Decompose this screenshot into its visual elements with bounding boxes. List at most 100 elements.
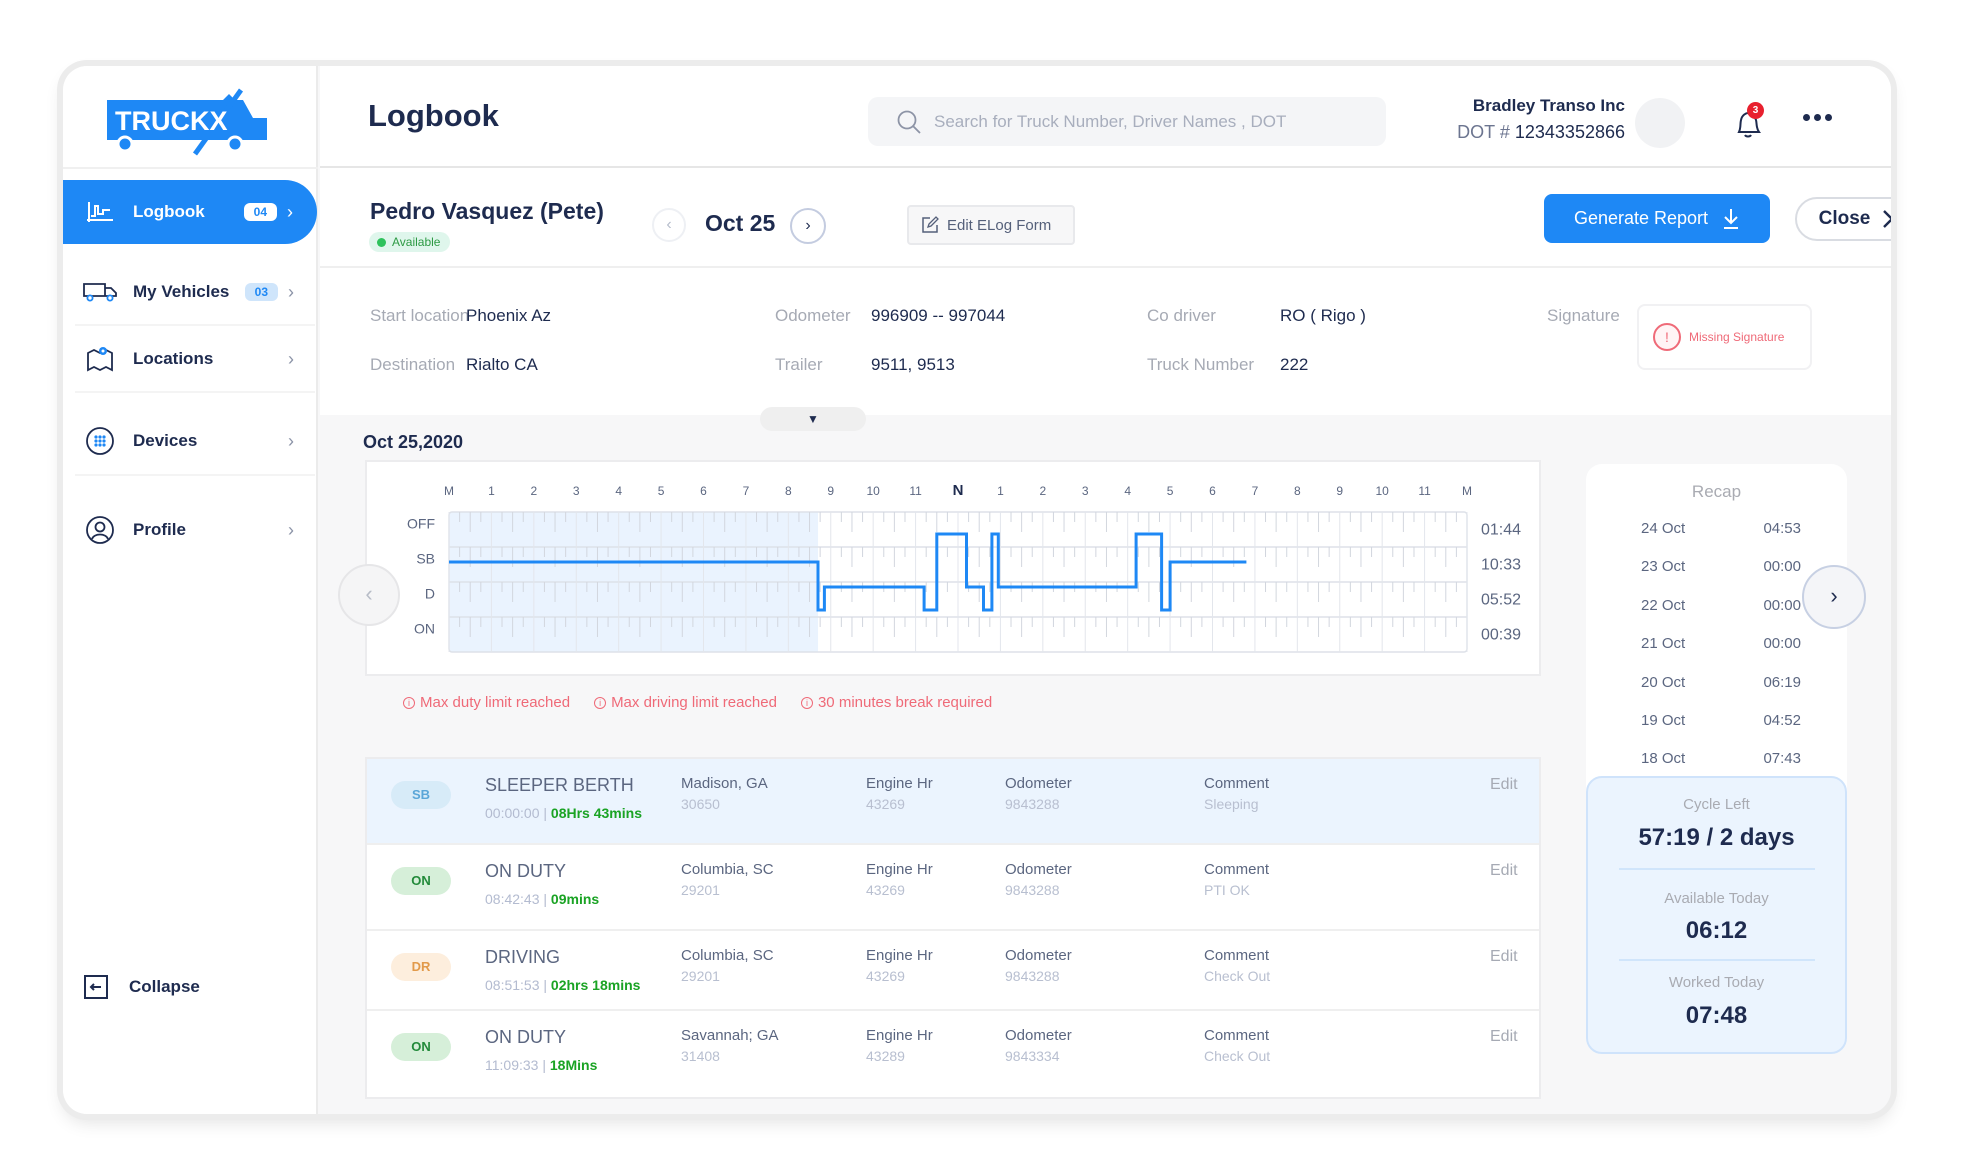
edit-elog-form-button[interactable]: Edit ELog Form (907, 205, 1075, 245)
log-engine-hours: Engine Hr 43269 (866, 775, 933, 812)
recap-row: 18 Oct 07:43 (1641, 750, 1801, 767)
log-location: Columbia, SC 29201 (681, 947, 774, 984)
chart-previous-button[interactable]: ‹ (338, 564, 400, 626)
x-tick-label: 2 (530, 484, 537, 498)
dot-label: DOT # (1457, 122, 1510, 142)
x-tick-label: 11 (1418, 484, 1431, 498)
log-comment: Comment PTI OK (1204, 861, 1270, 898)
previous-date-button[interactable]: ‹ (652, 208, 686, 242)
sidebar-item-profile[interactable]: Profile › (63, 498, 318, 562)
close-button[interactable]: Close (1795, 197, 1891, 241)
divider (75, 474, 315, 476)
vehicles-count-badge: 03 (244, 283, 278, 301)
edit-elog-label: Edit ELog Form (947, 216, 1052, 234)
avatar[interactable] (1635, 98, 1685, 148)
edit-button[interactable]: Edit (1490, 1028, 1518, 1046)
truck-number-label: Truck Number (1147, 355, 1255, 374)
log-status: ON DUTY (485, 861, 566, 881)
chevron-right-icon: › (287, 201, 293, 222)
dot-number: DOT # 12343352866 (1420, 122, 1625, 143)
search-icon (897, 110, 921, 134)
chevron-right-icon: › (288, 430, 294, 451)
map-pin-icon (83, 346, 117, 372)
table-row[interactable]: SB SLEEPER BERTH 00:00:00 | 08Hrs 43mins… (367, 759, 1539, 845)
x-tick-label: 3 (573, 484, 580, 498)
edit-button[interactable]: Edit (1490, 948, 1518, 966)
generate-report-label: Generate Report (1573, 208, 1709, 228)
notification-badge: 3 (1747, 102, 1764, 119)
edit-button[interactable]: Edit (1490, 776, 1518, 794)
x-tick-label: 10 (1375, 484, 1389, 498)
sidebar-item-label: Profile (133, 520, 186, 539)
log-status: SLEEPER BERTH (485, 775, 634, 795)
recap-next-button[interactable]: › (1802, 565, 1866, 629)
log-comment: Comment Check Out (1204, 1027, 1271, 1064)
co-driver-value: RO ( Rigo ) (1280, 306, 1366, 325)
info-icon: i (403, 696, 415, 709)
log-comment: Comment Sleeping (1204, 775, 1270, 812)
recap-row: 21 Oct 00:00 (1641, 635, 1801, 652)
log-odometer: Odometer 9843288 (1005, 861, 1072, 898)
divider (1619, 868, 1815, 870)
x-tick-label: 4 (1124, 484, 1131, 498)
chevron-right-icon: › (288, 348, 294, 369)
sidebar-item-my-vehicles[interactable]: My Vehicles 03 › (63, 260, 318, 324)
alert-icon: ! (1653, 323, 1681, 351)
status-badge: ON (391, 1033, 451, 1061)
x-tick-label: 1 (997, 484, 1004, 498)
warning-text: Max duty limit reached (420, 694, 571, 711)
download-icon (1724, 208, 1739, 229)
log-duration: 09mins (550, 891, 600, 907)
sidebar-item-devices[interactable]: Devices › (63, 409, 318, 473)
log-odometer: Odometer 9843288 (1005, 775, 1072, 812)
x-tick-label: M (444, 484, 454, 498)
app-window: TRUCKX Logbook 04 › My Vehicles 03 › Loc… (63, 66, 1891, 1114)
log-time: 00:00:00 | 08Hrs 43mins (485, 805, 642, 821)
generate-report-button[interactable]: Generate Report (1544, 194, 1770, 243)
x-tick-label: 8 (785, 484, 792, 498)
x-tick-label: 8 (1294, 484, 1301, 498)
info-icon: i (800, 696, 813, 709)
svg-text:TRUCKX: TRUCKX (115, 106, 228, 136)
company-info: Bradley Transo Inc DOT # 12343352866 (1420, 96, 1625, 143)
sidebar-item-label: Logbook (133, 202, 205, 221)
section-date: Oct 25,2020 (363, 432, 464, 452)
chevron-right-icon: › (288, 519, 294, 540)
more-options-button[interactable] (1803, 114, 1832, 121)
sidebar-item-locations[interactable]: Locations › (63, 327, 318, 391)
search-box[interactable] (868, 97, 1386, 146)
divider (63, 167, 318, 169)
warning-text: 30 minutes break required (817, 694, 993, 711)
user-icon (83, 516, 117, 544)
warning-text: Max driving limit reached (611, 694, 777, 711)
start-location-value: Phoenix Az (466, 306, 552, 325)
log-duration: 02hrs 18mins (550, 977, 641, 993)
recap-row: 20 Oct 06:19 (1641, 674, 1801, 691)
truckx-logo[interactable]: TRUCKX (103, 88, 273, 158)
table-row[interactable]: ON ON DUTY 08:42:43 | 09mins Columbia, S… (367, 845, 1539, 931)
dot-value: 12343352866 (1514, 122, 1625, 142)
search-input[interactable] (934, 111, 1374, 132)
expand-details-toggle[interactable]: ▼ (760, 407, 866, 431)
table-row[interactable]: DR DRIVING 08:51:53 | 02hrs 18mins Colum… (367, 931, 1539, 1011)
hours-summary: Cycle Left 57:19 / 2 days Available Toda… (1586, 776, 1847, 1054)
log-location: Columbia, SC 29201 (681, 861, 774, 898)
x-tick-label: 4 (615, 484, 622, 498)
cycle-left-value: 57:19 / 2 days (1638, 824, 1795, 851)
log-engine-hours: Engine Hr 43289 (866, 1027, 933, 1064)
log-status: DRIVING (485, 947, 561, 967)
edit-button[interactable]: Edit (1490, 862, 1518, 880)
x-tick-label: 6 (700, 484, 707, 498)
divider (75, 391, 315, 393)
missing-signature-box[interactable]: ! Missing Signature (1637, 304, 1812, 370)
x-tick-label: 7 (743, 484, 750, 498)
table-row[interactable]: ON ON DUTY 11:09:33 | 18Mins Savannah; G… (367, 1011, 1539, 1097)
collapse-button[interactable]: Collapse (83, 974, 200, 1000)
log-engine-hours: Engine Hr 43269 (866, 947, 933, 984)
recap-row: 22 Oct 00:00 (1641, 597, 1801, 614)
next-date-button[interactable]: › (790, 208, 826, 244)
log-comment: Comment Check Out (1204, 947, 1271, 984)
recap-title: Recap (1691, 482, 1742, 501)
start-location-label: Start location (370, 306, 470, 325)
sidebar-item-logbook[interactable]: Logbook 04 › (63, 180, 317, 244)
